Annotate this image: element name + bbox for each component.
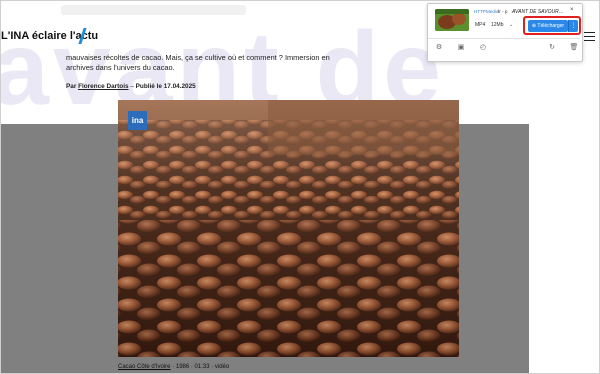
video-player[interactable] [118,100,459,357]
popup-source: HTTPMedia [474,9,499,14]
browser-viewport: avant de L'INA éclaire l'actu mauvaises … [0,0,600,374]
published-label: Publié le [135,83,162,90]
more-options-icon[interactable]: ⋮ [568,20,578,32]
trash-icon[interactable]: 🗑 [569,43,579,53]
chevron-down-icon[interactable]: ⌄ [509,22,513,28]
panel-icon[interactable]: ▣ [456,43,466,53]
history-icon[interactable]: ◴ [478,43,488,53]
refresh-icon[interactable]: ↻ [547,43,557,53]
byline-separator: – [130,83,134,90]
size-label: 12Mb [491,22,504,28]
popup-language: fr - p [498,9,508,14]
format-select[interactable]: MP4 [475,22,485,28]
byline: Par Florence Dartois – Publié le 17.04.2… [66,83,196,90]
video-thumbnail [435,9,469,31]
video-title-link[interactable]: Cacao Côte d'Ivoire [118,364,171,370]
download-label: Télécharger [537,23,565,29]
video-details: · 1986 · 01:33 · vidéo [172,364,230,370]
download-button[interactable]: ⊕ Télécharger [528,20,568,32]
popup-divider [428,38,580,39]
published-date: 17.04.2025 [163,83,196,90]
author-link[interactable]: Florence Dartois [78,83,128,90]
popup-video-title: AVANT DE SAVOUR… [512,9,564,15]
article-intro: mauvaises récoltes de cacao. Mais, ça se… [66,53,330,72]
thumbnail-image [435,9,469,31]
close-icon[interactable]: × [570,7,574,13]
cocoa-beans-image [118,100,459,357]
ina-logo: ina [128,111,147,130]
hamburger-menu-icon[interactable] [584,32,595,41]
video-caption: Cacao Côte d'Ivoire · 1986 · 01:33 · vid… [118,364,229,370]
byline-prefix: Par [66,83,77,90]
settings-icon[interactable]: ⚙ [434,43,444,53]
